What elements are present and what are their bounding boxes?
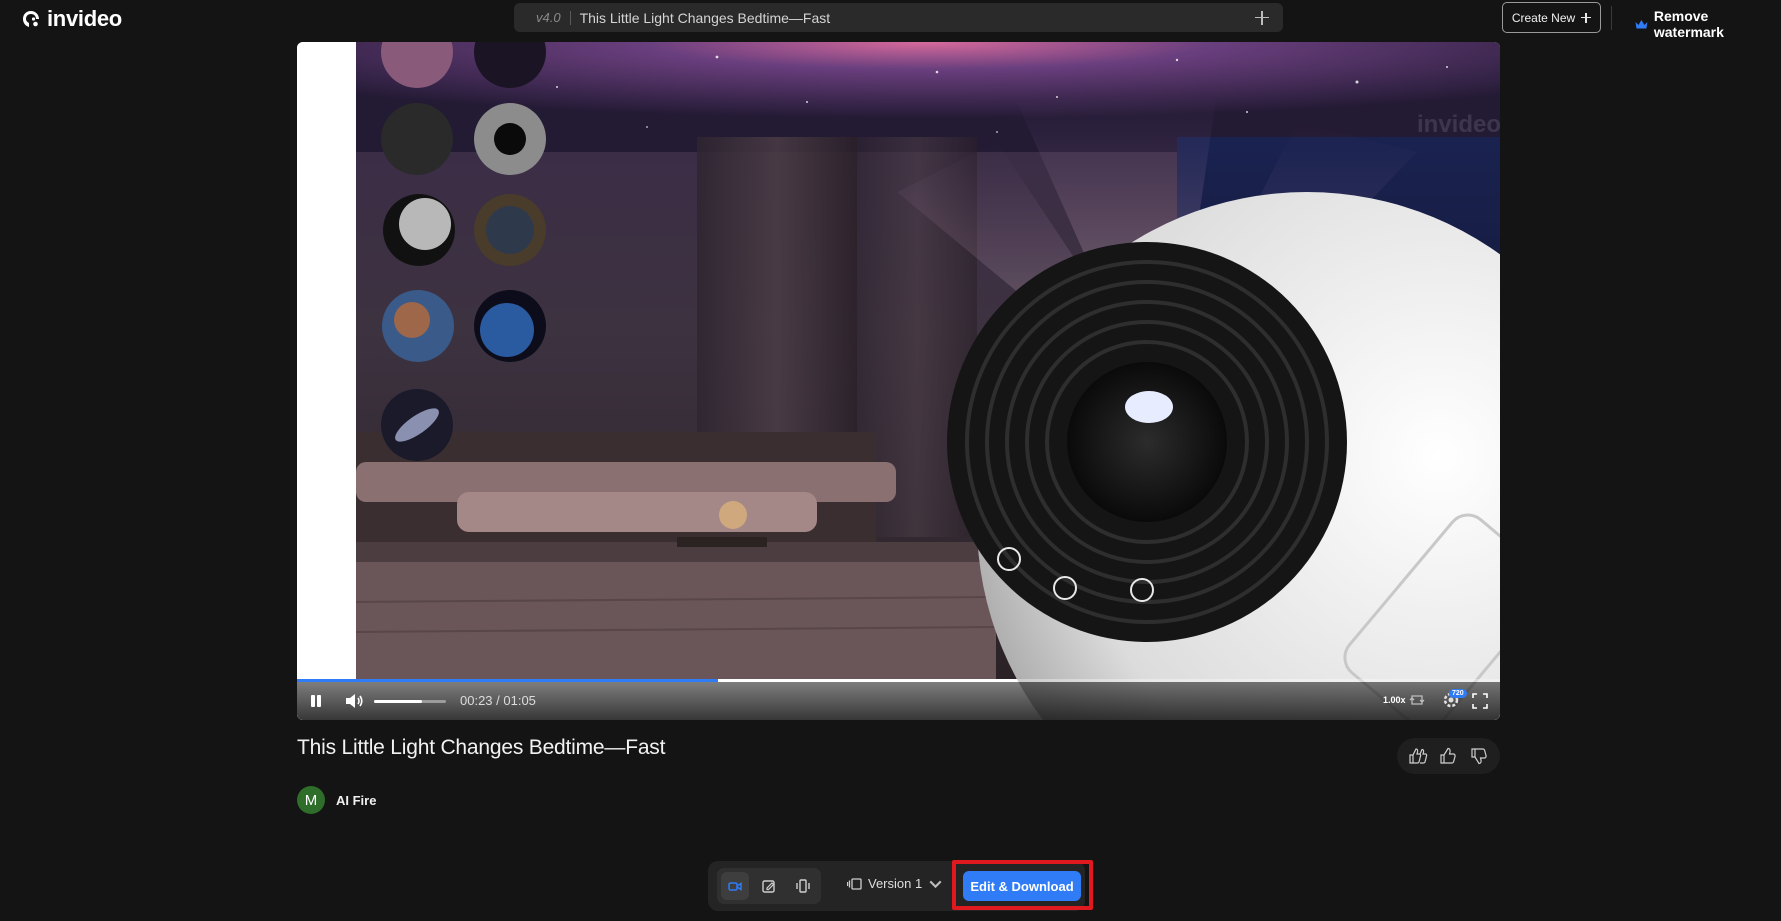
watermark: invideo <box>1417 111 1500 138</box>
thumbs-up-icon[interactable] <box>1438 746 1458 766</box>
title-separator <box>569 10 571 25</box>
volume-slider[interactable] <box>374 700 446 703</box>
video-camera-icon <box>728 882 742 891</box>
create-new-label: Create New <box>1511 10 1576 25</box>
author-info: M AI Fire <box>297 786 376 814</box>
bottom-toolbar: Version 1 Edit & Download <box>708 861 1085 911</box>
vertical-view-button[interactable] <box>789 872 817 900</box>
plus-icon <box>1581 12 1592 23</box>
project-title-bar[interactable]: v4.0 This Little Light Changes Bedtime—F… <box>514 3 1283 32</box>
edit-image-icon <box>762 880 775 893</box>
player-controls: 00:23 / 01:05 1.00x 720 <box>297 682 1500 720</box>
version-label: Version 1 <box>868 876 923 891</box>
video-frame: invideo <box>297 42 1500 720</box>
crown-icon <box>1635 19 1648 28</box>
remove-watermark-button[interactable]: Remove watermark <box>1635 8 1781 40</box>
remove-watermark-label: Remove watermark <box>1653 8 1724 40</box>
view-mode-group <box>717 868 821 904</box>
versions-icon <box>847 877 862 890</box>
double-thumbs-up-icon[interactable] <box>1408 746 1428 766</box>
fullscreen-icon[interactable] <box>1472 693 1488 709</box>
chevron-down-icon <box>929 880 942 888</box>
brand-name: invideo <box>47 6 122 31</box>
project-title[interactable]: This Little Light Changes Bedtime—Fast <box>580 10 1255 26</box>
edit-scene-button[interactable] <box>755 872 783 900</box>
feedback-group <box>1397 738 1500 774</box>
plus-icon[interactable] <box>1255 10 1269 25</box>
volume-fill <box>374 700 423 703</box>
edit-download-button[interactable]: Edit & Download <box>963 871 1081 901</box>
thumbs-down-icon[interactable] <box>1469 746 1489 766</box>
vertical-video-icon <box>796 879 810 893</box>
author-name: AI Fire <box>336 792 377 808</box>
volume-icon[interactable] <box>344 692 364 710</box>
playback-speed-button[interactable]: 1.00x <box>1383 695 1406 705</box>
logo-icon <box>23 11 39 27</box>
landscape-view-button[interactable] <box>721 872 749 900</box>
loop-icon[interactable] <box>1409 693 1425 707</box>
header-divider <box>1611 6 1612 30</box>
version-tag: v4.0 <box>536 10 561 25</box>
create-new-button[interactable]: Create New <box>1502 2 1601 33</box>
brand-logo[interactable]: invideo <box>21 6 122 32</box>
avatar[interactable]: M <box>297 786 325 814</box>
video-title: This Little Light Changes Bedtime—Fast <box>297 736 666 759</box>
quality-badge: 720 <box>1449 689 1467 698</box>
time-display: 00:23 / 01:05 <box>460 693 536 708</box>
quality-button[interactable]: 720 <box>1440 689 1467 709</box>
video-player[interactable]: invideo 00:23 / 01:05 1.00x 720 <box>297 42 1500 720</box>
pause-icon[interactable] <box>309 694 323 708</box>
version-dropdown[interactable]: Version 1 <box>847 876 943 891</box>
app-page: invideo v4.0 This Little Light Changes B… <box>0 0 1781 921</box>
